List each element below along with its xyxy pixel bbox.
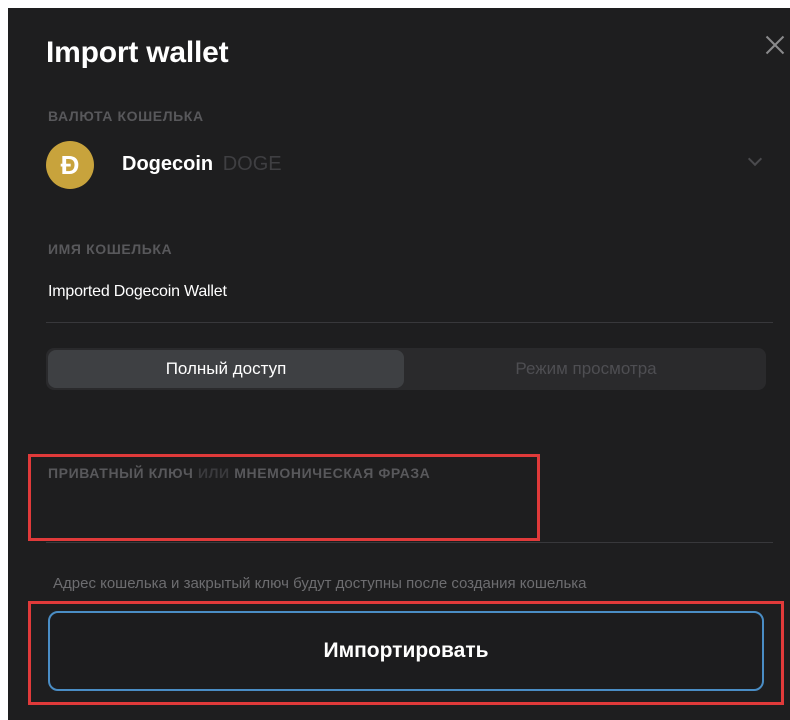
dialog-title: Import wallet [46, 36, 229, 69]
tab-view-mode[interactable]: Режим просмотра [408, 350, 764, 388]
dogecoin-icon: Ð [46, 141, 94, 189]
currency-ticker: DOGE [222, 153, 282, 175]
currency-name-text: Dogecoin [122, 153, 214, 175]
access-mode-toggle: Полный доступ Режим просмотра [46, 348, 766, 390]
chevron-down-icon[interactable] [747, 151, 763, 167]
wallet-name-label: ИМЯ КОШЕЛЬКА [48, 241, 173, 257]
wallet-name-field[interactable]: Imported Dogecoin Wallet [48, 283, 227, 301]
highlight-box [28, 601, 784, 705]
highlight-box [28, 454, 540, 541]
divider [46, 542, 773, 543]
currency-select[interactable]: Ð Dogecoin DOGE [46, 136, 776, 196]
import-wallet-dialog: Import wallet ВАЛЮТА КОШЕЛЬКА Ð Dogecoin… [8, 8, 790, 720]
close-icon[interactable] [760, 30, 790, 60]
hint-text: Адрес кошелька и закрытый ключ будут дос… [53, 575, 587, 592]
currency-name: Dogecoin DOGE [122, 153, 282, 176]
currency-label: ВАЛЮТА КОШЕЛЬКА [48, 108, 204, 124]
tab-full-access[interactable]: Полный доступ [48, 350, 404, 388]
dogecoin-icon-glyph: Ð [60, 150, 80, 180]
divider [46, 322, 773, 323]
